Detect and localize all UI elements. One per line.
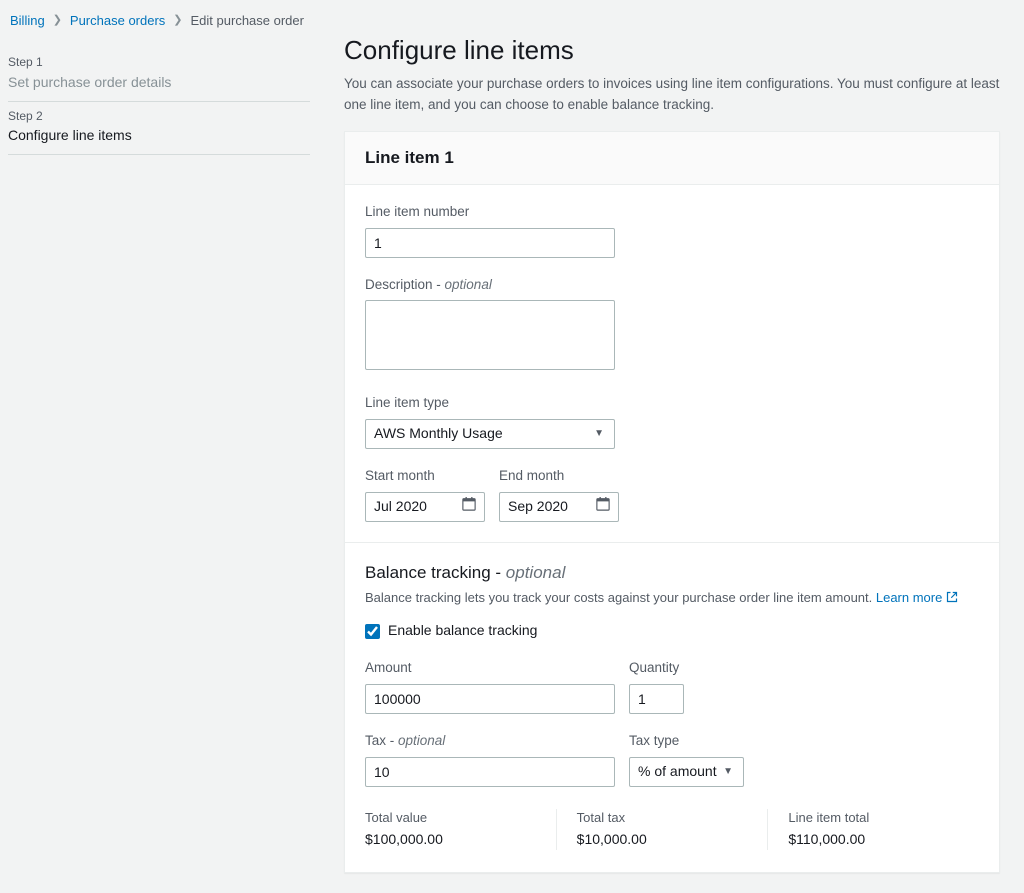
- start-month-input[interactable]: Jul 2020: [365, 492, 485, 522]
- tax-label: Tax - optional: [365, 732, 615, 751]
- line-item-total: $110,000.00: [788, 830, 959, 850]
- tax-type-label: Tax type: [629, 732, 744, 751]
- description-textarea[interactable]: [365, 300, 615, 370]
- total-value-label: Total value: [365, 809, 536, 827]
- start-month-label: Start month: [365, 467, 485, 486]
- chevron-right-icon: ❯: [173, 13, 182, 28]
- caret-down-icon: ▼: [594, 427, 604, 441]
- step-number: Step 1: [8, 54, 310, 71]
- breadcrumb-purchase-orders[interactable]: Purchase orders: [70, 12, 165, 30]
- tax-input[interactable]: [365, 757, 615, 787]
- card-header: Line item 1: [345, 132, 999, 185]
- line-item-number-label: Line item number: [365, 203, 979, 222]
- caret-down-icon: ▼: [723, 765, 733, 779]
- page-description: You can associate your purchase orders t…: [344, 74, 1000, 115]
- step-title: Configure line items: [8, 126, 310, 146]
- select-value: AWS Monthly Usage: [374, 424, 503, 444]
- breadcrumb: Billing ❯ Purchase orders ❯ Edit purchas…: [8, 12, 310, 48]
- learn-more-link[interactable]: Learn more: [876, 590, 958, 605]
- line-item-type-label: Line item type: [365, 394, 979, 413]
- description-label: Description - optional: [365, 276, 979, 295]
- external-link-icon: [946, 591, 958, 608]
- date-value: Sep 2020: [508, 497, 568, 517]
- quantity-input[interactable]: [629, 684, 684, 714]
- chevron-right-icon: ❯: [53, 13, 62, 28]
- page-title: Configure line items: [344, 32, 1000, 68]
- line-item-type-select[interactable]: AWS Monthly Usage ▼: [365, 419, 615, 449]
- amount-label: Amount: [365, 659, 615, 678]
- enable-balance-tracking-label: Enable balance tracking: [388, 621, 537, 641]
- tax-type-select[interactable]: % of amount ▼: [629, 757, 744, 787]
- end-month-label: End month: [499, 467, 619, 486]
- total-value: $100,000.00: [365, 830, 536, 850]
- breadcrumb-current: Edit purchase order: [191, 12, 304, 30]
- total-tax-label: Total tax: [577, 809, 748, 827]
- enable-balance-tracking-checkbox[interactable]: [365, 624, 380, 639]
- line-item-card: Line item 1 Line item number Description…: [344, 131, 1000, 873]
- amount-input[interactable]: [365, 684, 615, 714]
- total-tax: $10,000.00: [577, 830, 748, 850]
- step-number: Step 2: [8, 108, 310, 125]
- wizard-step-1[interactable]: Step 1 Set purchase order details: [8, 48, 310, 101]
- date-value: Jul 2020: [374, 497, 427, 517]
- line-item-total-label: Line item total: [788, 809, 959, 827]
- totals-row: Total value $100,000.00 Total tax $10,00…: [365, 807, 979, 850]
- select-value: % of amount: [638, 762, 717, 782]
- end-month-input[interactable]: Sep 2020: [499, 492, 619, 522]
- step-title: Set purchase order details: [8, 73, 310, 93]
- breadcrumb-billing[interactable]: Billing: [10, 12, 45, 30]
- line-item-number-input[interactable]: [365, 228, 615, 258]
- quantity-label: Quantity: [629, 659, 684, 678]
- balance-tracking-title: Balance tracking - optional: [365, 561, 979, 585]
- calendar-icon: [596, 497, 610, 516]
- balance-tracking-desc: Balance tracking lets you track your cos…: [365, 589, 979, 608]
- calendar-icon: [462, 497, 476, 516]
- wizard-step-2[interactable]: Step 2 Configure line items: [8, 102, 310, 155]
